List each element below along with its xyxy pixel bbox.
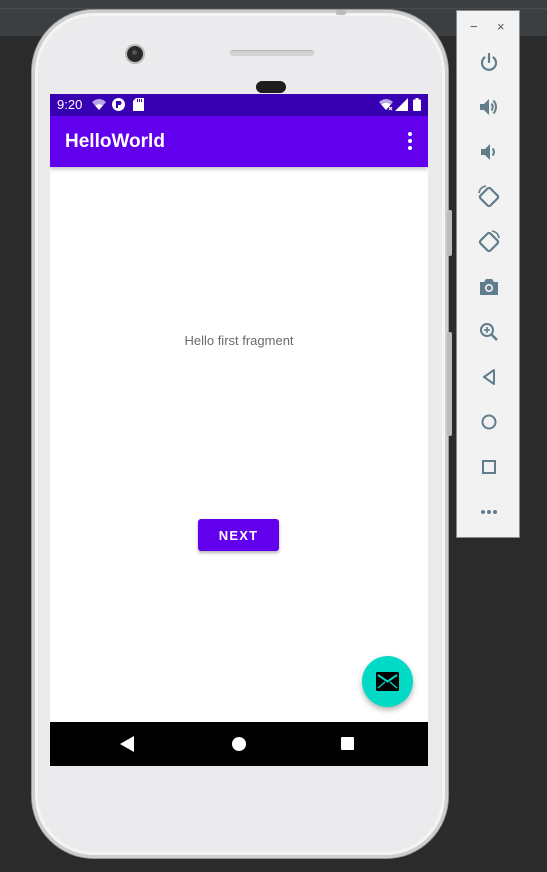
email-fab[interactable] [362, 656, 413, 707]
device-power-key [447, 210, 452, 256]
screenshot-button[interactable] [476, 274, 502, 300]
rotate-right-icon [478, 230, 500, 253]
proximity-sensor [256, 81, 286, 93]
front-camera [127, 46, 143, 62]
toolbar-home-button[interactable] [476, 409, 502, 435]
navigation-bar [50, 722, 428, 766]
volume-down-button[interactable] [476, 139, 502, 165]
more-vert-icon[interactable] [402, 129, 418, 153]
app-bar: HelloWorld [50, 116, 428, 167]
earpiece-speaker [230, 50, 314, 56]
rotate-left-icon [478, 185, 500, 208]
rotate-left-button[interactable] [476, 184, 502, 210]
minimize-button[interactable]: − [470, 19, 478, 34]
wifi-icon [379, 99, 393, 111]
recents-icon[interactable] [341, 737, 354, 750]
app-title: HelloWorld [65, 131, 165, 152]
device-top-key [336, 10, 346, 15]
power-button[interactable] [476, 49, 502, 75]
battery-icon [413, 98, 421, 111]
next-button[interactable]: NEXT [198, 519, 279, 551]
rotate-right-button[interactable] [476, 229, 502, 255]
sd-card-icon [133, 98, 144, 111]
overview-icon [482, 460, 496, 474]
email-icon [376, 672, 399, 691]
device-screen: 9:20 HelloWorld Hello first fragment NEX… [50, 94, 428, 766]
signal-icon [395, 98, 408, 111]
volume-up-icon [480, 99, 497, 115]
zoom-icon [480, 323, 498, 341]
toolbar-back-button[interactable] [476, 364, 502, 390]
device-volume-key [447, 332, 452, 436]
game-icon [112, 98, 125, 111]
zoom-button[interactable] [476, 319, 502, 345]
more-icon [481, 510, 497, 514]
back-icon [483, 369, 495, 385]
emulator-toolbar: − × [456, 10, 520, 538]
volume-up-button[interactable] [476, 94, 502, 120]
close-button[interactable]: × [497, 19, 505, 34]
screenshot-icon [480, 279, 498, 295]
home-icon[interactable] [232, 737, 246, 751]
toolbar-overview-button[interactable] [476, 454, 502, 480]
power-icon [480, 52, 498, 71]
fragment-text: Hello first fragment [184, 333, 294, 348]
home-icon [481, 414, 497, 430]
toolbar-more-button[interactable] [476, 499, 502, 525]
wifi-icon [92, 99, 106, 110]
volume-down-icon [481, 144, 495, 160]
back-icon[interactable] [120, 736, 135, 752]
status-bar: 9:20 [50, 94, 428, 116]
status-time: 9:20 [57, 97, 83, 112]
